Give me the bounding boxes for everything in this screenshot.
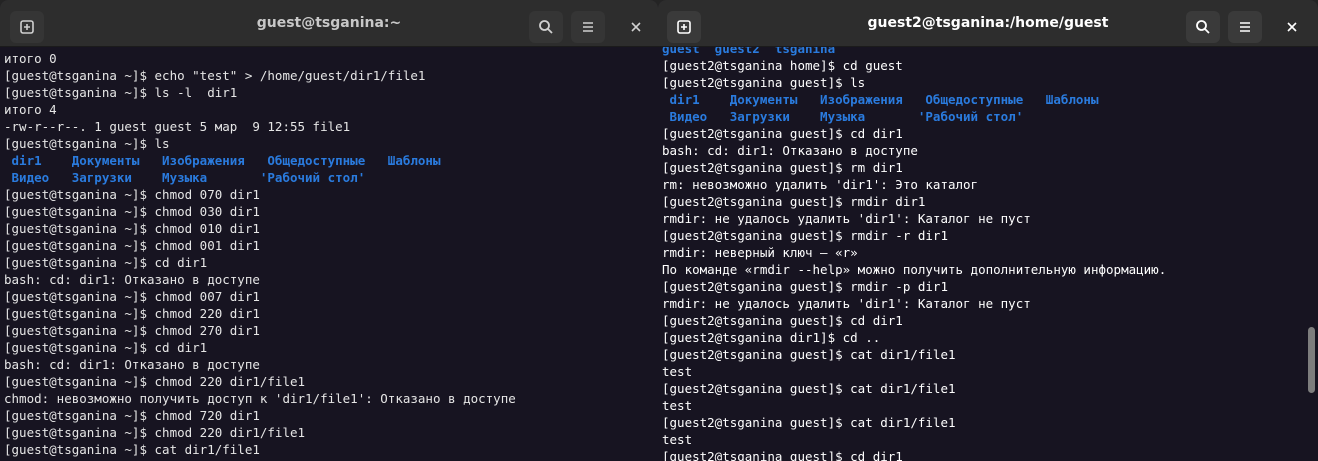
- directory-listing-line: dir1 Документы Изображения Общедоступные…: [662, 92, 1099, 107]
- terminal-line: rmdir: не удалось удалить 'dir1': Катало…: [662, 296, 1031, 311]
- terminal-line: [guest2@tsganina dir1]$ cd ..: [662, 330, 881, 345]
- terminal-line: test: [662, 364, 693, 379]
- close-button[interactable]: [1276, 11, 1308, 43]
- terminal-line: [guest@tsganina ~]$ chmod 720 dir1: [4, 408, 260, 423]
- terminal-line: итого 4: [4, 102, 57, 117]
- terminal-line: rmdir: не удалось удалить 'dir1': Катало…: [662, 211, 1031, 226]
- terminal-line: [guest@tsganina ~]$ chmod 270 dir1: [4, 323, 260, 338]
- close-button[interactable]: [620, 11, 652, 43]
- terminal-line: [guest@tsganina ~]$ ls -l dir1: [4, 85, 238, 100]
- new-tab-button[interactable]: [667, 11, 701, 43]
- menu-button[interactable]: [571, 11, 605, 43]
- search-icon: [539, 20, 553, 34]
- hamburger-menu-icon: [1240, 22, 1250, 32]
- terminal-line: [guest@tsganina ~]$ chmod 220 dir1/file1: [4, 425, 306, 440]
- search-icon: [1196, 20, 1210, 34]
- terminal-line: [guest2@tsganina home]$ cd guest: [662, 58, 903, 73]
- terminal-line: bash: cd: dir1: Отказано в доступе: [4, 272, 260, 287]
- directory-listing-line: guest guest2 tsganina: [662, 47, 836, 56]
- search-button[interactable]: [1186, 11, 1220, 43]
- window-headerbar[interactable]: guest2@tsganina:/home/guest: [658, 0, 1318, 47]
- terminal-line: chmod: невозможно получить доступ к 'dir…: [4, 391, 516, 406]
- terminal-lines: guest guest2 tsganina [guest2@tsganina ho…: [662, 47, 1304, 461]
- new-tab-button[interactable]: [10, 11, 44, 43]
- terminal-line: bash: cd: dir1: Отказано в доступе: [662, 143, 918, 158]
- terminal-line: [guest2@tsganina guest]$ rm dir1: [662, 160, 903, 175]
- close-icon: [631, 22, 641, 32]
- terminal-line: [guest@tsganina ~]$ cd dir1: [4, 255, 208, 270]
- terminal-lines: итого 0 [guest@tsganina ~]$ echo "test" >…: [4, 50, 644, 458]
- directory-listing-line: dir1 Документы Изображения Общедоступные…: [4, 153, 441, 168]
- terminal-line: [guest2@tsganina guest]$ cd dir1: [662, 126, 903, 141]
- terminal-line: [guest@tsganina ~]$ chmod 220 dir1: [4, 306, 260, 321]
- terminal-line: [guest@tsganina ~]$ cd dir1: [4, 340, 208, 355]
- hamburger-menu-icon: [583, 22, 593, 32]
- terminal-line: bash: cd: dir1: Отказано в доступе: [4, 357, 260, 372]
- terminal-line: [guest@tsganina ~]$ chmod 010 dir1: [4, 221, 260, 236]
- terminal-window-right[interactable]: guest2@tsganina:/home/guest guest guest2…: [658, 0, 1318, 461]
- terminal-line: [guest@tsganina ~]$ ls: [4, 136, 170, 151]
- terminal-line: [guest2@tsganina guest]$ rmdir dir1: [662, 194, 926, 209]
- terminal-line: [guest2@tsganina guest]$ rmdir -r dir1: [662, 228, 948, 243]
- terminal-line: По команде «rmdir --help» можно получить…: [662, 262, 1167, 277]
- terminal-line: rmdir: неверный ключ — «r»: [662, 245, 858, 260]
- terminal-line: [guest2@tsganina guest]$ cat dir1/file1: [662, 347, 956, 362]
- terminal-line: [guest@tsganina ~]$ chmod 220 dir1/file1: [4, 374, 306, 389]
- menu-button[interactable]: [1228, 11, 1262, 43]
- window-headerbar[interactable]: guest@tsganina:~: [0, 0, 658, 47]
- terminal-line: [guest@tsganina ~]$ chmod 070 dir1: [4, 187, 260, 202]
- new-tab-icon: [677, 20, 691, 34]
- directory-listing-line: Видео Загрузки Музыка 'Рабочий стол': [4, 170, 366, 185]
- search-button[interactable]: [529, 11, 563, 43]
- close-icon: [1287, 22, 1297, 32]
- terminal-line: [guest@tsganina ~]$ cat dir1/file1: [4, 442, 260, 457]
- terminal-line: итого 0: [4, 51, 57, 66]
- directory-listing-line: Видео Загрузки Музыка 'Рабочий стол': [662, 109, 1024, 124]
- terminal-window-left[interactable]: guest@tsganina:~ итого 0 [guest@tsganina …: [0, 0, 658, 461]
- terminal-line: [guest2@tsganina guest]$ rmdir -p dir1: [662, 279, 948, 294]
- terminal-line: -rw-r--r--. 1 guest guest 5 мар 9 12:55 …: [4, 119, 351, 134]
- scrollbar-thumb[interactable]: [1308, 327, 1315, 393]
- terminal-line: test: [662, 432, 693, 447]
- terminal-output[interactable]: guest guest2 tsganina [guest2@tsganina ho…: [658, 47, 1318, 461]
- terminal-line: [guest2@tsganina guest]$ cat dir1/file1: [662, 381, 956, 396]
- terminal-line: [guest@tsganina ~]$ chmod 030 dir1: [4, 204, 260, 219]
- terminal-line: [guest@tsganina ~]$ chmod 001 dir1: [4, 238, 260, 253]
- terminal-line: [guest@tsganina ~]$ chmod 007 dir1: [4, 289, 260, 304]
- terminal-line: [guest2@tsganina guest]$ cd dir1: [662, 313, 903, 328]
- terminal-output[interactable]: итого 0 [guest@tsganina ~]$ echo "test" >…: [0, 47, 658, 461]
- terminal-line: rm: невозможно удалить 'dir1': Это катал…: [662, 177, 979, 192]
- terminal-line: [guest2@tsganina guest]$ cat dir1/file1: [662, 415, 956, 430]
- terminal-line: [guest@tsganina ~]$ echo "test" > /home/…: [4, 68, 426, 83]
- terminal-line: test: [662, 398, 693, 413]
- terminal-line: [guest2@tsganina guest]$ cd dir1: [662, 449, 903, 461]
- terminal-line: [guest2@tsganina guest]$ ls: [662, 75, 866, 90]
- new-tab-icon: [20, 20, 34, 34]
